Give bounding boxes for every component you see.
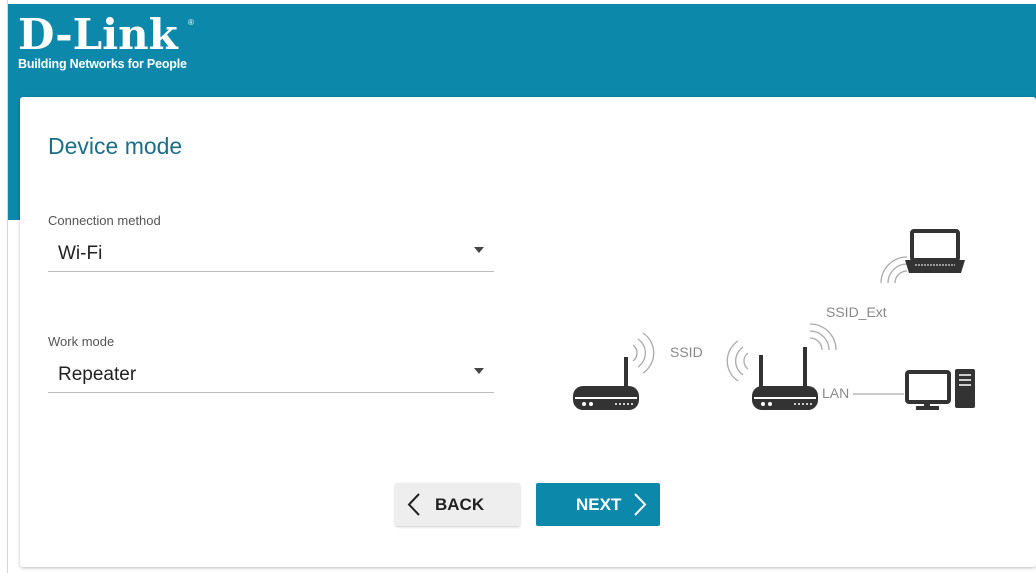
work-mode-label: Work mode <box>48 334 115 349</box>
chevron-down-icon <box>474 247 484 253</box>
logo-registered-mark: ® <box>188 18 194 27</box>
wifi-signal-icon <box>726 340 749 382</box>
repeater-diagram: SSID SSID_Ext LAN <box>573 229 975 410</box>
back-button-label: BACK <box>435 494 485 514</box>
connection-method-select[interactable]: Wi-Fi <box>48 228 494 272</box>
back-button[interactable]: BACK <box>395 483 520 526</box>
laptop-icon <box>905 229 965 273</box>
desktop-computer-icon <box>905 369 975 410</box>
chevron-down-icon <box>474 368 484 374</box>
chevron-left-icon <box>407 493 420 516</box>
work-mode-field: Work mode Repeater <box>48 334 494 393</box>
logo-tagline: Building Networks for People <box>18 57 187 71</box>
window-left-edge <box>0 0 8 573</box>
connection-method-label: Connection method <box>48 213 161 228</box>
lan-label: LAN <box>822 385 849 401</box>
next-button-label: NEXT <box>576 494 622 514</box>
connection-method-value: Wi-Fi <box>58 243 103 264</box>
work-mode-value: Repeater <box>58 364 137 385</box>
device-mode-card: Device mode Connection method Wi-Fi Work… <box>20 97 1036 567</box>
ssid-ext-label: SSID_Ext <box>826 304 887 320</box>
dlink-logo: D-Link ® Building Networks for People <box>18 10 194 72</box>
wifi-signal-icon <box>632 332 655 374</box>
connection-method-field: Connection method Wi-Fi <box>48 213 494 272</box>
router-icon <box>573 357 639 410</box>
wifi-signal-icon <box>880 256 908 284</box>
logo-wordmark: D-Link <box>18 10 178 59</box>
chevron-right-icon <box>634 493 647 516</box>
wifi-signal-icon <box>809 323 837 351</box>
work-mode-select[interactable]: Repeater <box>48 349 494 393</box>
next-button[interactable]: NEXT <box>536 483 660 526</box>
router-icon <box>752 347 818 410</box>
page-title: Device mode <box>48 133 183 159</box>
ssid-label: SSID <box>670 344 703 360</box>
